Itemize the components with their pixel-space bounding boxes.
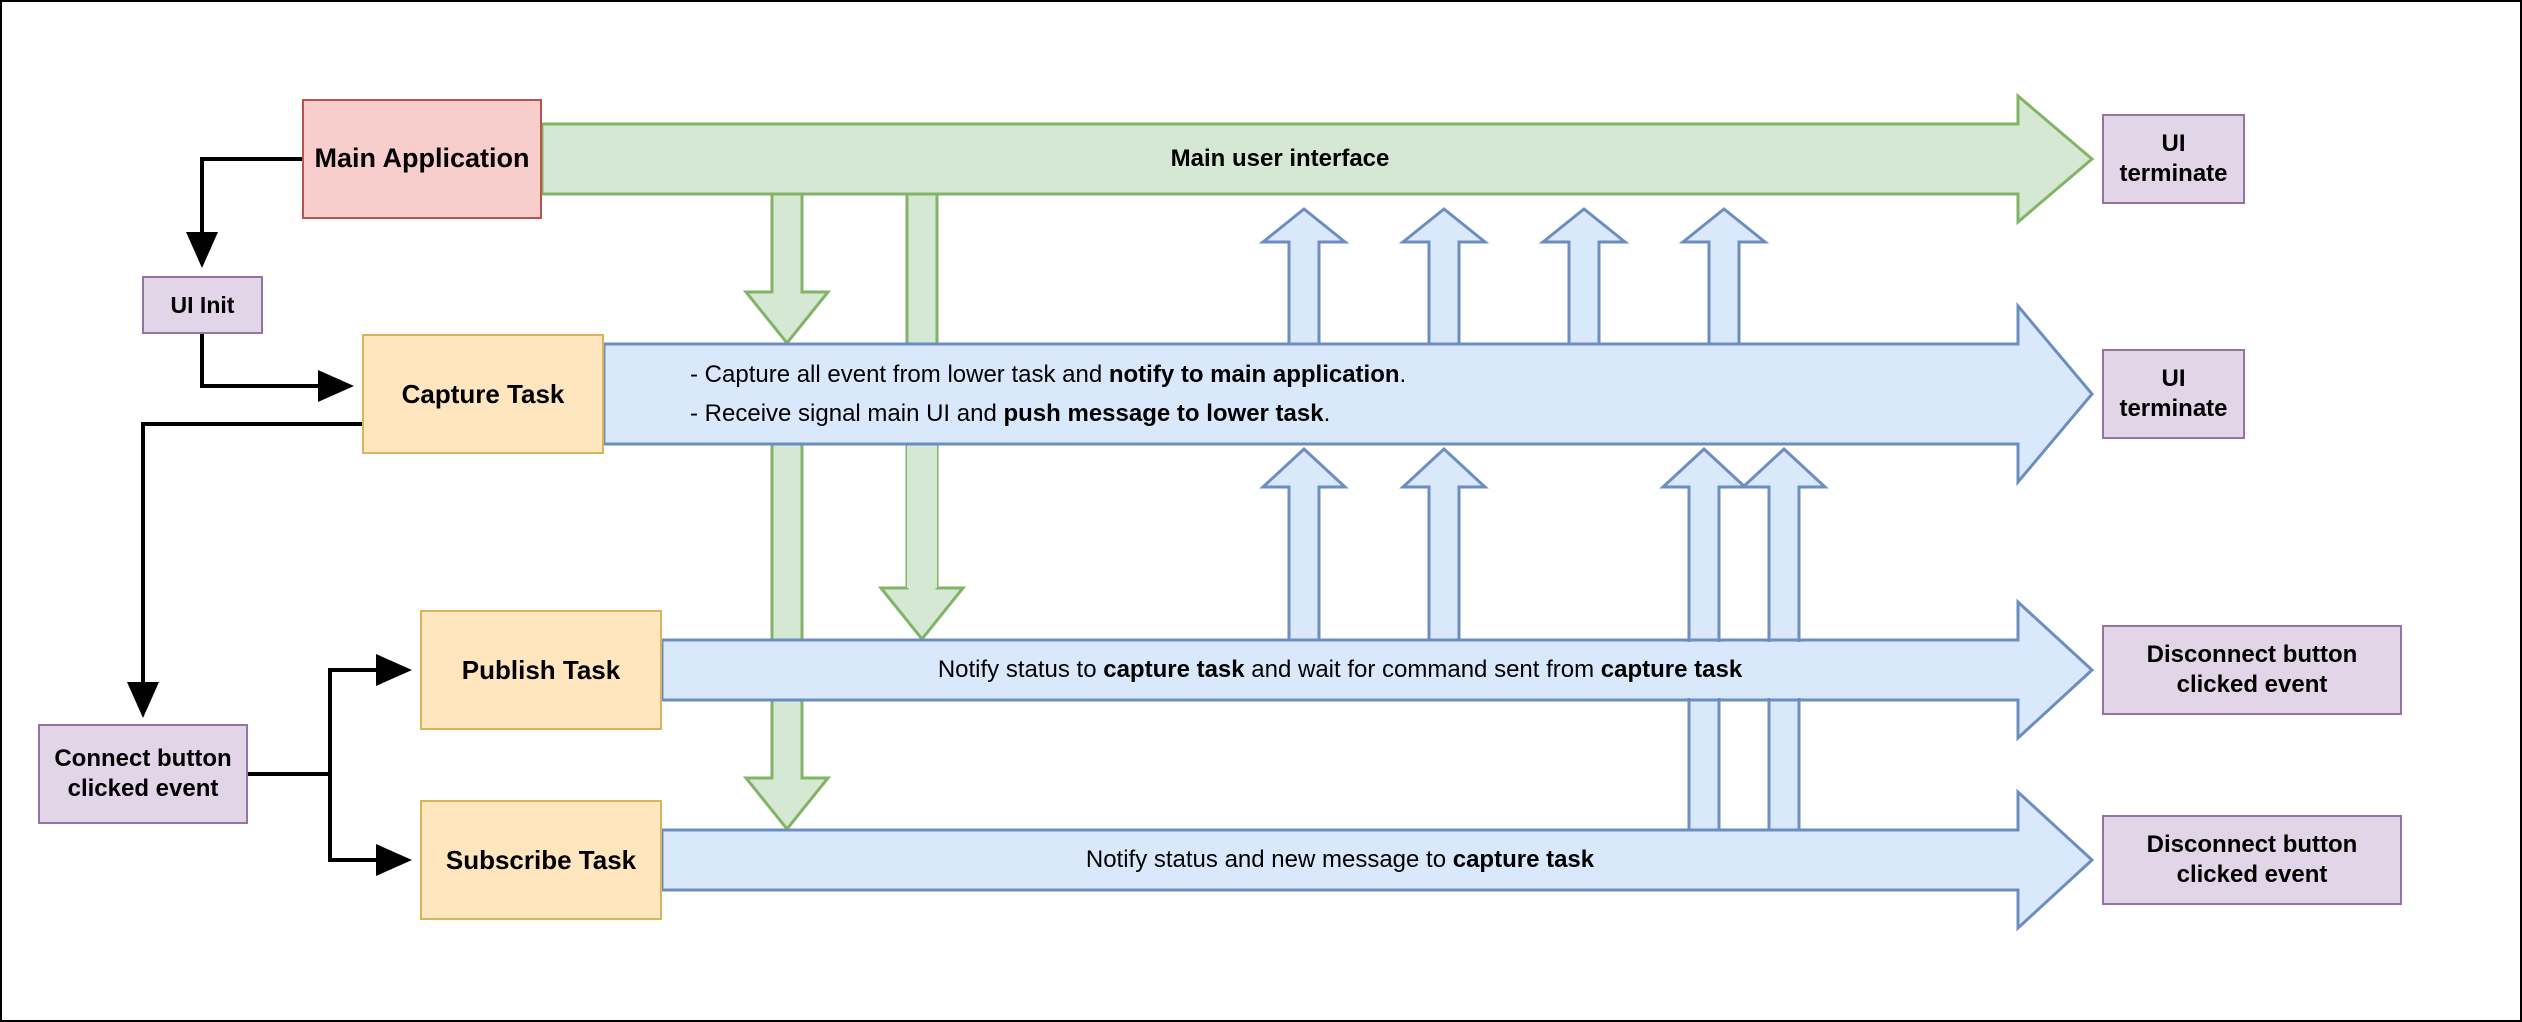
node-capture-task[interactable]: Capture Task — [362, 334, 604, 454]
connector-connect-event-to-publish — [248, 654, 412, 776]
blue-up-arrow-capture-2 — [1398, 207, 1490, 346]
capture-task-label: Capture Task — [401, 378, 565, 409]
connector-connect-event-to-subscribe — [248, 772, 412, 876]
ui-terminate-capture-line2: terminate — [2119, 395, 2228, 422]
blue-up-arrow-capture-1 — [1258, 207, 1350, 346]
node-disconnect-event-publish[interactable]: Disconnect button clicked event — [2102, 625, 2402, 715]
blue-up-arrow-capture-4 — [1678, 207, 1770, 346]
publish-band-overlay — [1642, 638, 1862, 702]
blue-up-arrow-publish-2 — [1399, 446, 1489, 642]
ui-terminate-capture-line1: UI — [2161, 365, 2186, 392]
connector-uiinit-to-capture — [200, 333, 354, 402]
node-disconnect-event-subscribe[interactable]: Disconnect button clicked event — [2102, 815, 2402, 905]
node-publish-task[interactable]: Publish Task — [420, 610, 662, 730]
disconnect-subscribe-line2: clicked event — [2176, 861, 2328, 888]
subscribe-band — [660, 788, 2095, 932]
publish-band — [660, 598, 2095, 742]
node-subscribe-task[interactable]: Subscribe Task — [420, 800, 662, 920]
main-application-label: Main Application — [314, 143, 530, 174]
ui-terminate-main-line1: UI — [2161, 130, 2186, 157]
disconnect-publish-line2: clicked event — [2176, 671, 2328, 698]
ui-init-label: UI Init — [170, 291, 235, 318]
node-ui-terminate-capture[interactable]: UI terminate — [2102, 349, 2245, 439]
ui-terminate-main-line2: terminate — [2119, 160, 2228, 187]
disconnect-subscribe-line1: Disconnect button — [2146, 831, 2358, 858]
capture-band — [602, 301, 2094, 487]
green-down-arrow-1 — [742, 192, 832, 346]
disconnect-publish-line1: Disconnect button — [2146, 641, 2358, 668]
connector-main-to-uiinit — [186, 157, 302, 268]
publish-task-label: Publish Task — [461, 654, 621, 685]
blue-up-arrow-publish-1 — [1259, 446, 1349, 642]
node-main-application[interactable]: Main Application — [302, 99, 542, 219]
green-down-arrow-3 — [742, 442, 832, 832]
green-down-arrow-4 — [907, 444, 937, 588]
connect-event-label-line2: clicked event — [67, 775, 219, 802]
node-connect-button-clicked-event[interactable]: Connect button clicked event — [38, 724, 248, 824]
node-ui-init[interactable]: UI Init — [142, 276, 263, 334]
connect-event-label-line1: Connect button — [54, 745, 232, 772]
subscribe-task-label: Subscribe Task — [445, 844, 637, 875]
node-ui-terminate-main[interactable]: UI terminate — [2102, 114, 2245, 204]
diagram-canvas: Main Application UI Init Capture Task Pu… — [0, 0, 2522, 1022]
blue-up-arrow-capture-3 — [1538, 207, 1630, 346]
